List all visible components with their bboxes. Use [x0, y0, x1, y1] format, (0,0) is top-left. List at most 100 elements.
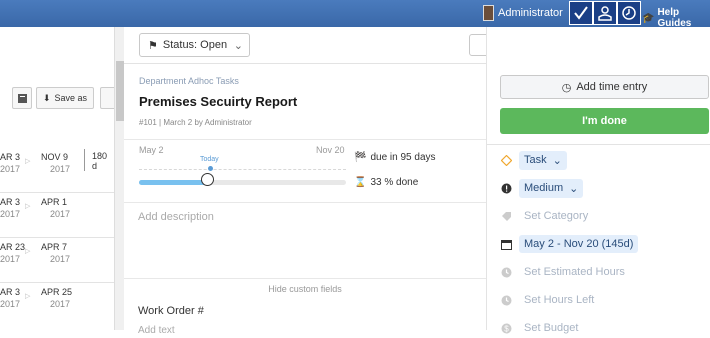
duration: 180 d: [92, 151, 108, 171]
priority-value[interactable]: Medium ⌄: [519, 178, 584, 198]
clock-icon: [500, 294, 513, 307]
avatar: [483, 5, 494, 21]
graduation-cap-icon: 🎓: [642, 12, 655, 24]
top-bar: Administrator ▼ 🎓 Help Guides: [0, 0, 710, 29]
task-meta: #101 | March 2 by Administrator: [139, 118, 252, 127]
divider: [84, 149, 85, 171]
estimated-hours-placeholder: Set Estimated Hours: [524, 266, 625, 278]
today-label: Today: [200, 156, 219, 163]
start-date: AR 3 2017: [0, 197, 21, 219]
document-icon: [17, 93, 27, 103]
arrow-icon: ▷: [25, 158, 31, 165]
save-as-label: Save as: [54, 93, 88, 103]
date-range-value[interactable]: May 2 - Nov 20 (145d): [519, 235, 639, 253]
dollar-icon: $: [500, 322, 513, 335]
list-item[interactable]: AR 23 2017 ▷ APR 7 2017: [0, 241, 114, 283]
list-toolbar: ⬇ Save as: [0, 84, 114, 114]
chevron-down-icon: ⌄: [552, 154, 562, 167]
add-time-entry-button[interactable]: ◷ Add time entry: [500, 75, 709, 99]
task-list-pane: ⬇ Save as AR 3 2017 ▷ NOV 9 2017 180 d AR …: [0, 27, 114, 330]
chevron-down-icon: ⌄: [569, 182, 579, 195]
im-done-button[interactable]: I'm done: [500, 108, 709, 134]
work-order-input[interactable]: Add text: [138, 325, 175, 336]
add-time-label: Add time entry: [576, 81, 648, 93]
chevron-down-icon: ⌄: [233, 39, 243, 52]
progress-handle[interactable]: [201, 173, 214, 186]
start-date: AR 3 2017: [0, 152, 21, 174]
list-item[interactable]: AR 3 2017 ▷ NOV 9 2017 180 d: [0, 149, 114, 193]
end-date: APR 7 2017: [41, 242, 71, 264]
type-field[interactable]: Task ⌄: [500, 150, 567, 170]
arrow-icon: ▷: [25, 248, 31, 255]
hourglass-icon: ⌛: [354, 177, 367, 188]
estimated-hours-field[interactable]: Set Estimated Hours: [500, 262, 625, 282]
export-button[interactable]: [12, 87, 32, 109]
end-date: APR 25 2017: [41, 287, 73, 309]
tasks-check-button[interactable]: [569, 1, 593, 25]
today-marker: [208, 166, 213, 171]
timeline: May 2 Nov 20 Today 🏁 due in 95 days ⌛ 33…: [124, 139, 486, 203]
category-placeholder: Set Category: [524, 210, 589, 222]
end-date: NOV 9 2017: [41, 152, 71, 174]
users-button[interactable]: [593, 1, 617, 25]
task-detail-pane: ⚑ Status: Open ⌄ Department Adhoc Tasks …: [124, 27, 616, 336]
start-date: AR 3 2017: [0, 287, 21, 309]
status-label: Status: Open: [162, 39, 228, 51]
header-divider: [124, 63, 486, 64]
work-order-label: Work Order #: [138, 305, 204, 317]
checkered-flag-icon: 🏁: [354, 152, 367, 163]
save-as-button[interactable]: ⬇ Save as: [36, 87, 94, 109]
user-menu[interactable]: Administrator ▼: [483, 5, 575, 21]
hours-left-field[interactable]: Set Hours Left: [500, 290, 594, 310]
arrow-icon: ▷: [25, 293, 31, 300]
task-sidebar: ◷ Add time entry I'm done Task ⌄ Medium ⌄ …: [487, 27, 710, 334]
list-item[interactable]: AR 3 2017 ▷ APR 25 2017: [0, 286, 114, 328]
tag-icon: [500, 210, 513, 223]
date-range-field[interactable]: May 2 - Nov 20 (145d): [500, 234, 639, 254]
svg-text:$: $: [504, 324, 509, 333]
end-date: APR 1 2017: [41, 197, 71, 219]
hours-left-placeholder: Set Hours Left: [524, 294, 595, 306]
timeline-line: [139, 169, 346, 170]
due-text: due in 95 days: [370, 152, 436, 163]
description-field[interactable]: Add description: [138, 211, 214, 223]
check-icon: [574, 6, 588, 20]
arrow-icon: ▷: [25, 203, 31, 210]
help-guides-link[interactable]: 🎓 Help Guides: [642, 7, 710, 29]
calendar-icon: [500, 238, 513, 251]
progress-fill: [139, 180, 207, 185]
department-label: Department Adhoc Tasks: [139, 76, 239, 86]
sidebar-divider: [487, 144, 710, 145]
custom-fields-divider: [124, 278, 486, 279]
timer-button[interactable]: [617, 1, 641, 25]
list-item[interactable]: AR 3 2017 ▷ APR 1 2017: [0, 196, 114, 238]
list-scrollbar[interactable]: [114, 27, 124, 330]
clock-icon: [622, 6, 636, 20]
scrollbar-thumb[interactable]: [116, 61, 124, 121]
clock-icon: ◷: [561, 81, 572, 94]
budget-placeholder: Set Budget: [524, 322, 579, 334]
timeline-start: May 2: [139, 145, 164, 155]
user-icon: [598, 6, 612, 21]
status-dropdown[interactable]: ⚑ Status: Open ⌄: [139, 33, 250, 57]
done-info: ⌛ 33 % done: [354, 177, 418, 188]
user-name: Administrator: [498, 7, 563, 19]
progress-track[interactable]: [139, 180, 346, 185]
done-text: 33 % done: [370, 177, 419, 188]
exclamation-icon: [500, 182, 513, 195]
more-toolbar-button[interactable]: [100, 87, 114, 109]
hide-custom-fields-link[interactable]: Hide custom fields: [124, 284, 486, 294]
priority-field[interactable]: Medium ⌄: [500, 178, 584, 198]
diamond-icon: [500, 154, 513, 167]
help-label: Help Guides: [657, 7, 692, 29]
timeline-end: Nov 20: [316, 145, 345, 155]
budget-field[interactable]: $ Set Budget: [500, 318, 578, 338]
due-info: 🏁 due in 95 days: [354, 152, 436, 163]
task-title[interactable]: Premises Secuirty Report: [139, 94, 297, 109]
flag-icon: ⚑: [148, 39, 158, 52]
start-date: AR 23 2017: [0, 242, 26, 264]
clock-icon: [500, 266, 513, 279]
type-value[interactable]: Task ⌄: [519, 150, 567, 170]
category-field[interactable]: Set Category: [500, 206, 588, 226]
download-icon: ⬇: [42, 92, 51, 103]
